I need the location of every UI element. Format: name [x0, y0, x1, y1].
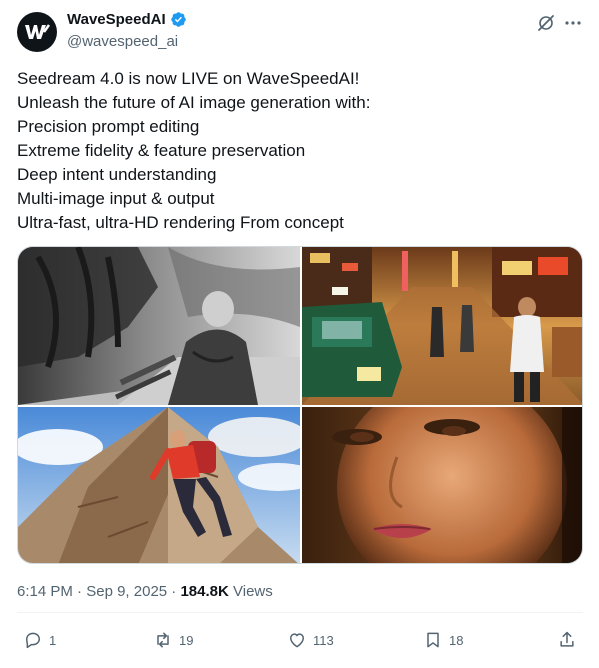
- grok-icon[interactable]: [536, 13, 556, 33]
- media-image-elderly-man[interactable]: [18, 247, 300, 405]
- tweet-text-line: Unleash the future of AI image generatio…: [17, 93, 371, 112]
- meta-separator: ·: [77, 583, 83, 600]
- divider: [17, 612, 583, 613]
- tweet-text-line: Multi-image input & output: [17, 189, 215, 208]
- repost-button[interactable]: 19: [153, 630, 193, 650]
- media-image-hiker[interactable]: [18, 407, 300, 563]
- media-image-city-street[interactable]: [302, 247, 582, 405]
- bookmark-button[interactable]: 18: [423, 630, 463, 650]
- media-image-portrait[interactable]: [302, 407, 582, 563]
- heart-icon: [290, 633, 304, 648]
- repost-count: 19: [179, 632, 194, 648]
- reply-icon: [26, 632, 40, 649]
- like-button[interactable]: 113: [287, 630, 334, 650]
- avatar[interactable]: [17, 12, 57, 52]
- tweet-time[interactable]: 6:14 PM: [17, 583, 73, 600]
- tweet-text-line: Precision prompt editing: [17, 117, 200, 136]
- like-count: 113: [313, 632, 334, 648]
- views-label: Views: [233, 583, 273, 600]
- tweet-meta: 6:14 PM · Sep 9, 2025 · 184.8K Views: [17, 583, 273, 600]
- action-bar: 1 19 113 18: [17, 630, 583, 656]
- share-button[interactable]: [557, 630, 577, 650]
- tweet-text-line: Seedream 4.0 is now LIVE on WaveSpeedAI!: [17, 69, 360, 88]
- repost-icon: [157, 632, 169, 648]
- views-count: 184.8K: [180, 583, 229, 600]
- reply-button[interactable]: 1: [23, 630, 56, 650]
- tweet-date[interactable]: Sep 9, 2025: [86, 583, 167, 600]
- reply-count: 1: [49, 632, 57, 648]
- meta-separator: ·: [171, 583, 177, 600]
- verified-badge-icon: [170, 11, 187, 28]
- share-icon: [560, 631, 574, 647]
- tweet-text: Seedream 4.0 is now LIVE on WaveSpeedAI!…: [17, 67, 577, 235]
- more-icon[interactable]: [563, 13, 583, 33]
- author-handle[interactable]: @wavespeed_ai: [67, 33, 178, 50]
- tweet-text-line: Ultra-fast, ultra-HD rendering From conc…: [17, 213, 344, 232]
- media-grid: [17, 246, 583, 564]
- author-display-name[interactable]: WaveSpeedAI: [67, 11, 166, 28]
- wavespeed-logo-icon: [25, 24, 50, 39]
- author-name-row: WaveSpeedAI: [67, 11, 187, 28]
- bookmark-count: 18: [449, 632, 464, 648]
- tweet-card: WaveSpeedAI @wavespeed_ai Seedream 4.0 i…: [0, 0, 599, 668]
- bookmark-icon: [427, 632, 439, 648]
- tweet-text-line: Deep intent understanding: [17, 165, 217, 184]
- tweet-text-line: Extreme fidelity & feature preservation: [17, 141, 306, 160]
